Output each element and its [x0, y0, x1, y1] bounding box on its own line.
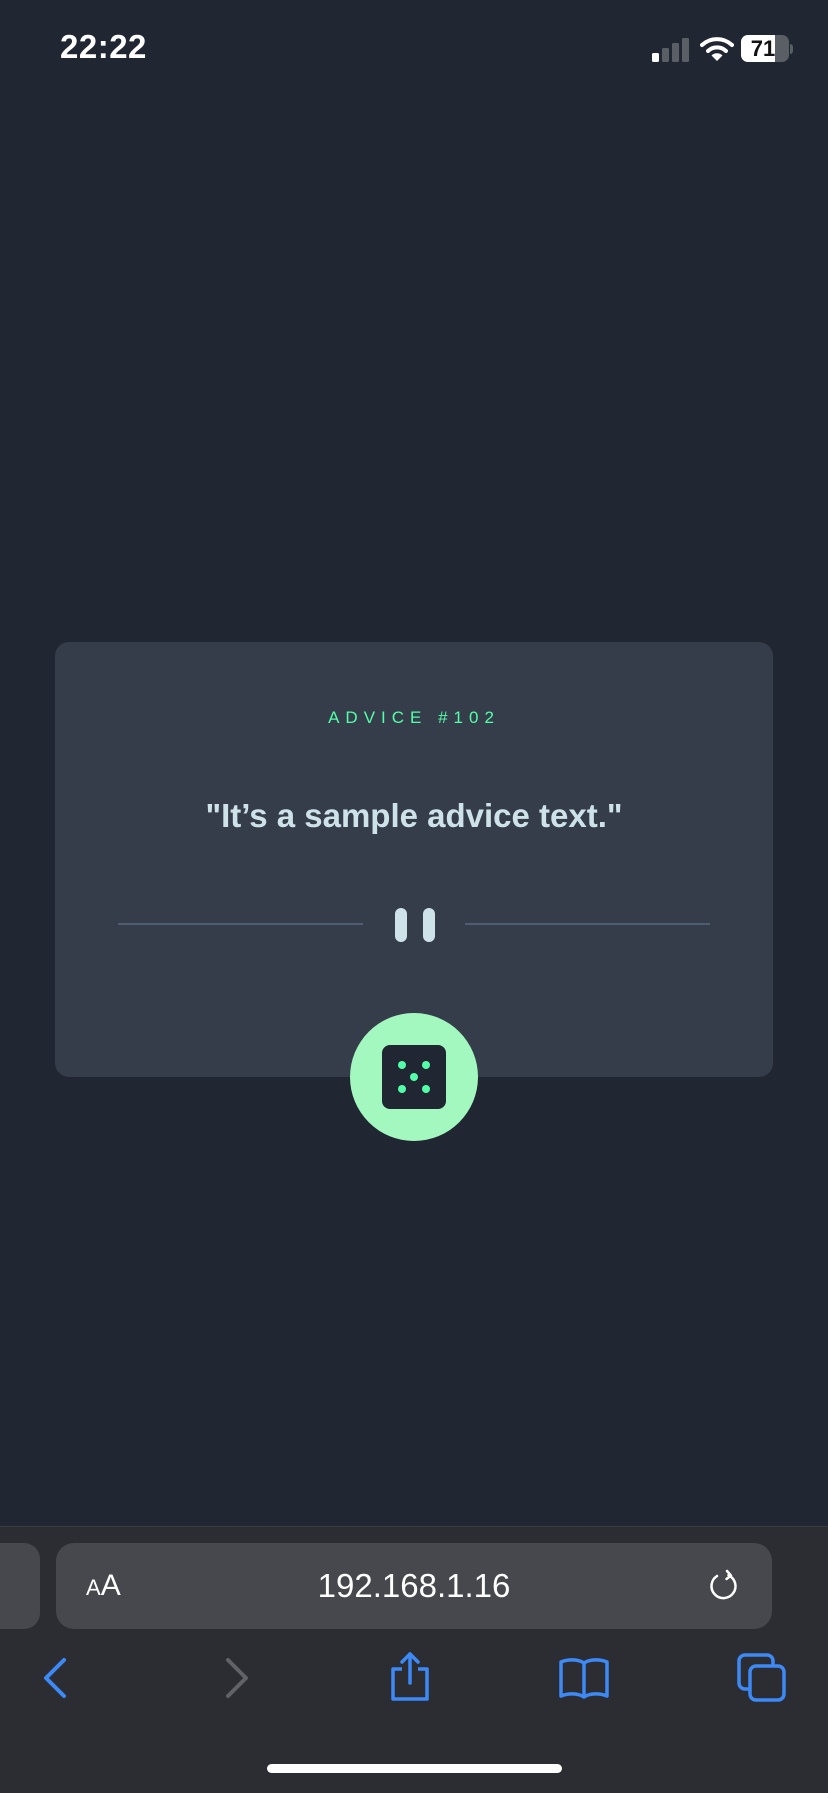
pause-bar-right	[423, 908, 435, 942]
advice-label: ADVICE #102	[328, 708, 500, 727]
home-indicator	[267, 1764, 562, 1773]
battery-icon: 71	[741, 35, 793, 63]
wifi-icon	[700, 37, 734, 61]
dice-pip	[398, 1085, 406, 1093]
advice-quote: "It’s a sample advice text."	[205, 797, 623, 834]
pause-bar-left	[395, 908, 407, 942]
forward-icon[interactable]	[210, 1652, 262, 1704]
battery-cap	[790, 44, 793, 54]
battery-percent: 71	[750, 36, 776, 61]
dice-pip	[398, 1061, 406, 1069]
text-size-large-label: A	[100, 1569, 121, 1602]
url-text[interactable]: 192.168.1.16	[56, 1543, 772, 1629]
divider-line-left	[118, 923, 363, 925]
battery-body: 71	[741, 35, 789, 62]
pause-icon	[395, 908, 435, 942]
text-size-small-label: A	[86, 1575, 101, 1600]
dice-pip	[422, 1085, 430, 1093]
signal-icon	[652, 38, 689, 62]
previous-tab-preview[interactable]	[0, 1543, 40, 1629]
tabs-icon[interactable]	[736, 1652, 788, 1704]
reload-icon[interactable]	[706, 1568, 742, 1604]
divider-line-right	[465, 923, 710, 925]
bookmarks-icon[interactable]	[558, 1652, 610, 1704]
new-advice-button[interactable]	[350, 1013, 478, 1141]
status-time: 22:22	[60, 28, 147, 65]
advice-card: ADVICE #102 "It’s a sample advice text."	[55, 642, 773, 1077]
status-bar: 22:22 71	[0, 0, 828, 100]
dice-pip	[422, 1061, 430, 1069]
back-icon[interactable]	[32, 1652, 84, 1704]
dice-icon	[382, 1045, 446, 1109]
address-bar[interactable]: 192.168.1.16 AA	[56, 1543, 772, 1629]
dice-pip	[410, 1073, 418, 1081]
share-icon[interactable]	[384, 1652, 436, 1704]
text-size-button[interactable]: AA	[86, 1543, 121, 1629]
